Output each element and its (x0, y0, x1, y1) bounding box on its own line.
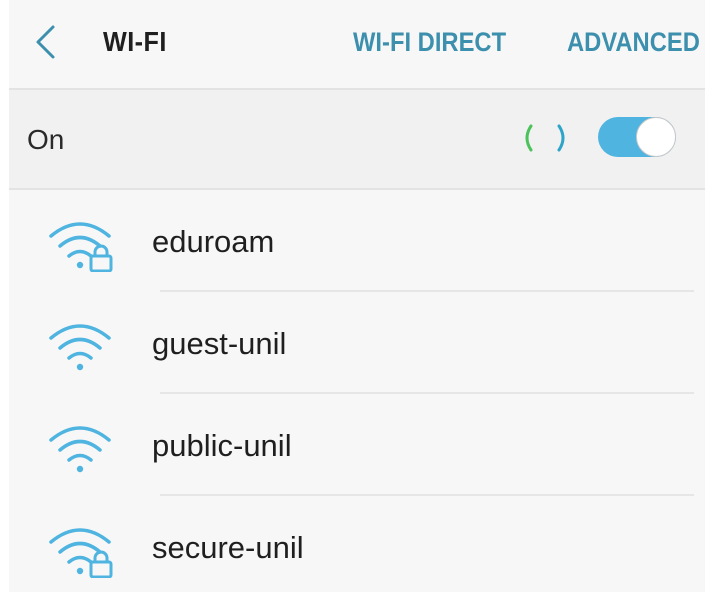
network-item-guest-unil[interactable]: guest-unil (9, 292, 705, 394)
network-item-eduroam[interactable]: eduroam (9, 190, 705, 292)
network-name: eduroam (152, 224, 275, 259)
advanced-button[interactable]: ADVANCED (567, 22, 700, 62)
wifi-status-label: On (27, 124, 65, 155)
wifi-toggle-switch[interactable] (598, 117, 676, 157)
wifi-settings-screen: WI-FI WI-FI DIRECT ADVANCED On eduroam g… (9, 0, 705, 592)
network-name: secure-unil (152, 530, 304, 565)
wifi-direct-button[interactable]: WI-FI DIRECT (353, 22, 506, 62)
wifi-toggle-row[interactable]: On (9, 90, 705, 188)
scanning-spinner-icon (525, 124, 565, 152)
network-name: guest-unil (152, 326, 287, 361)
wifi-lock-icon (49, 222, 113, 272)
network-name: public-unil (152, 428, 292, 463)
network-item-public-unil[interactable]: public-unil (9, 394, 705, 496)
page-title: WI-FI (103, 26, 167, 57)
wifi-icon (49, 324, 111, 371)
chevron-left-icon (36, 25, 55, 59)
wifi-icon (49, 426, 111, 473)
network-item-secure-unil[interactable]: secure-unil (9, 496, 705, 598)
toggle-knob (636, 117, 676, 157)
app-header: WI-FI WI-FI DIRECT ADVANCED (9, 0, 705, 88)
back-button[interactable] (25, 22, 65, 62)
network-list: eduroam guest-unil public-unil secure-un… (9, 190, 705, 592)
wifi-lock-icon (49, 528, 113, 578)
